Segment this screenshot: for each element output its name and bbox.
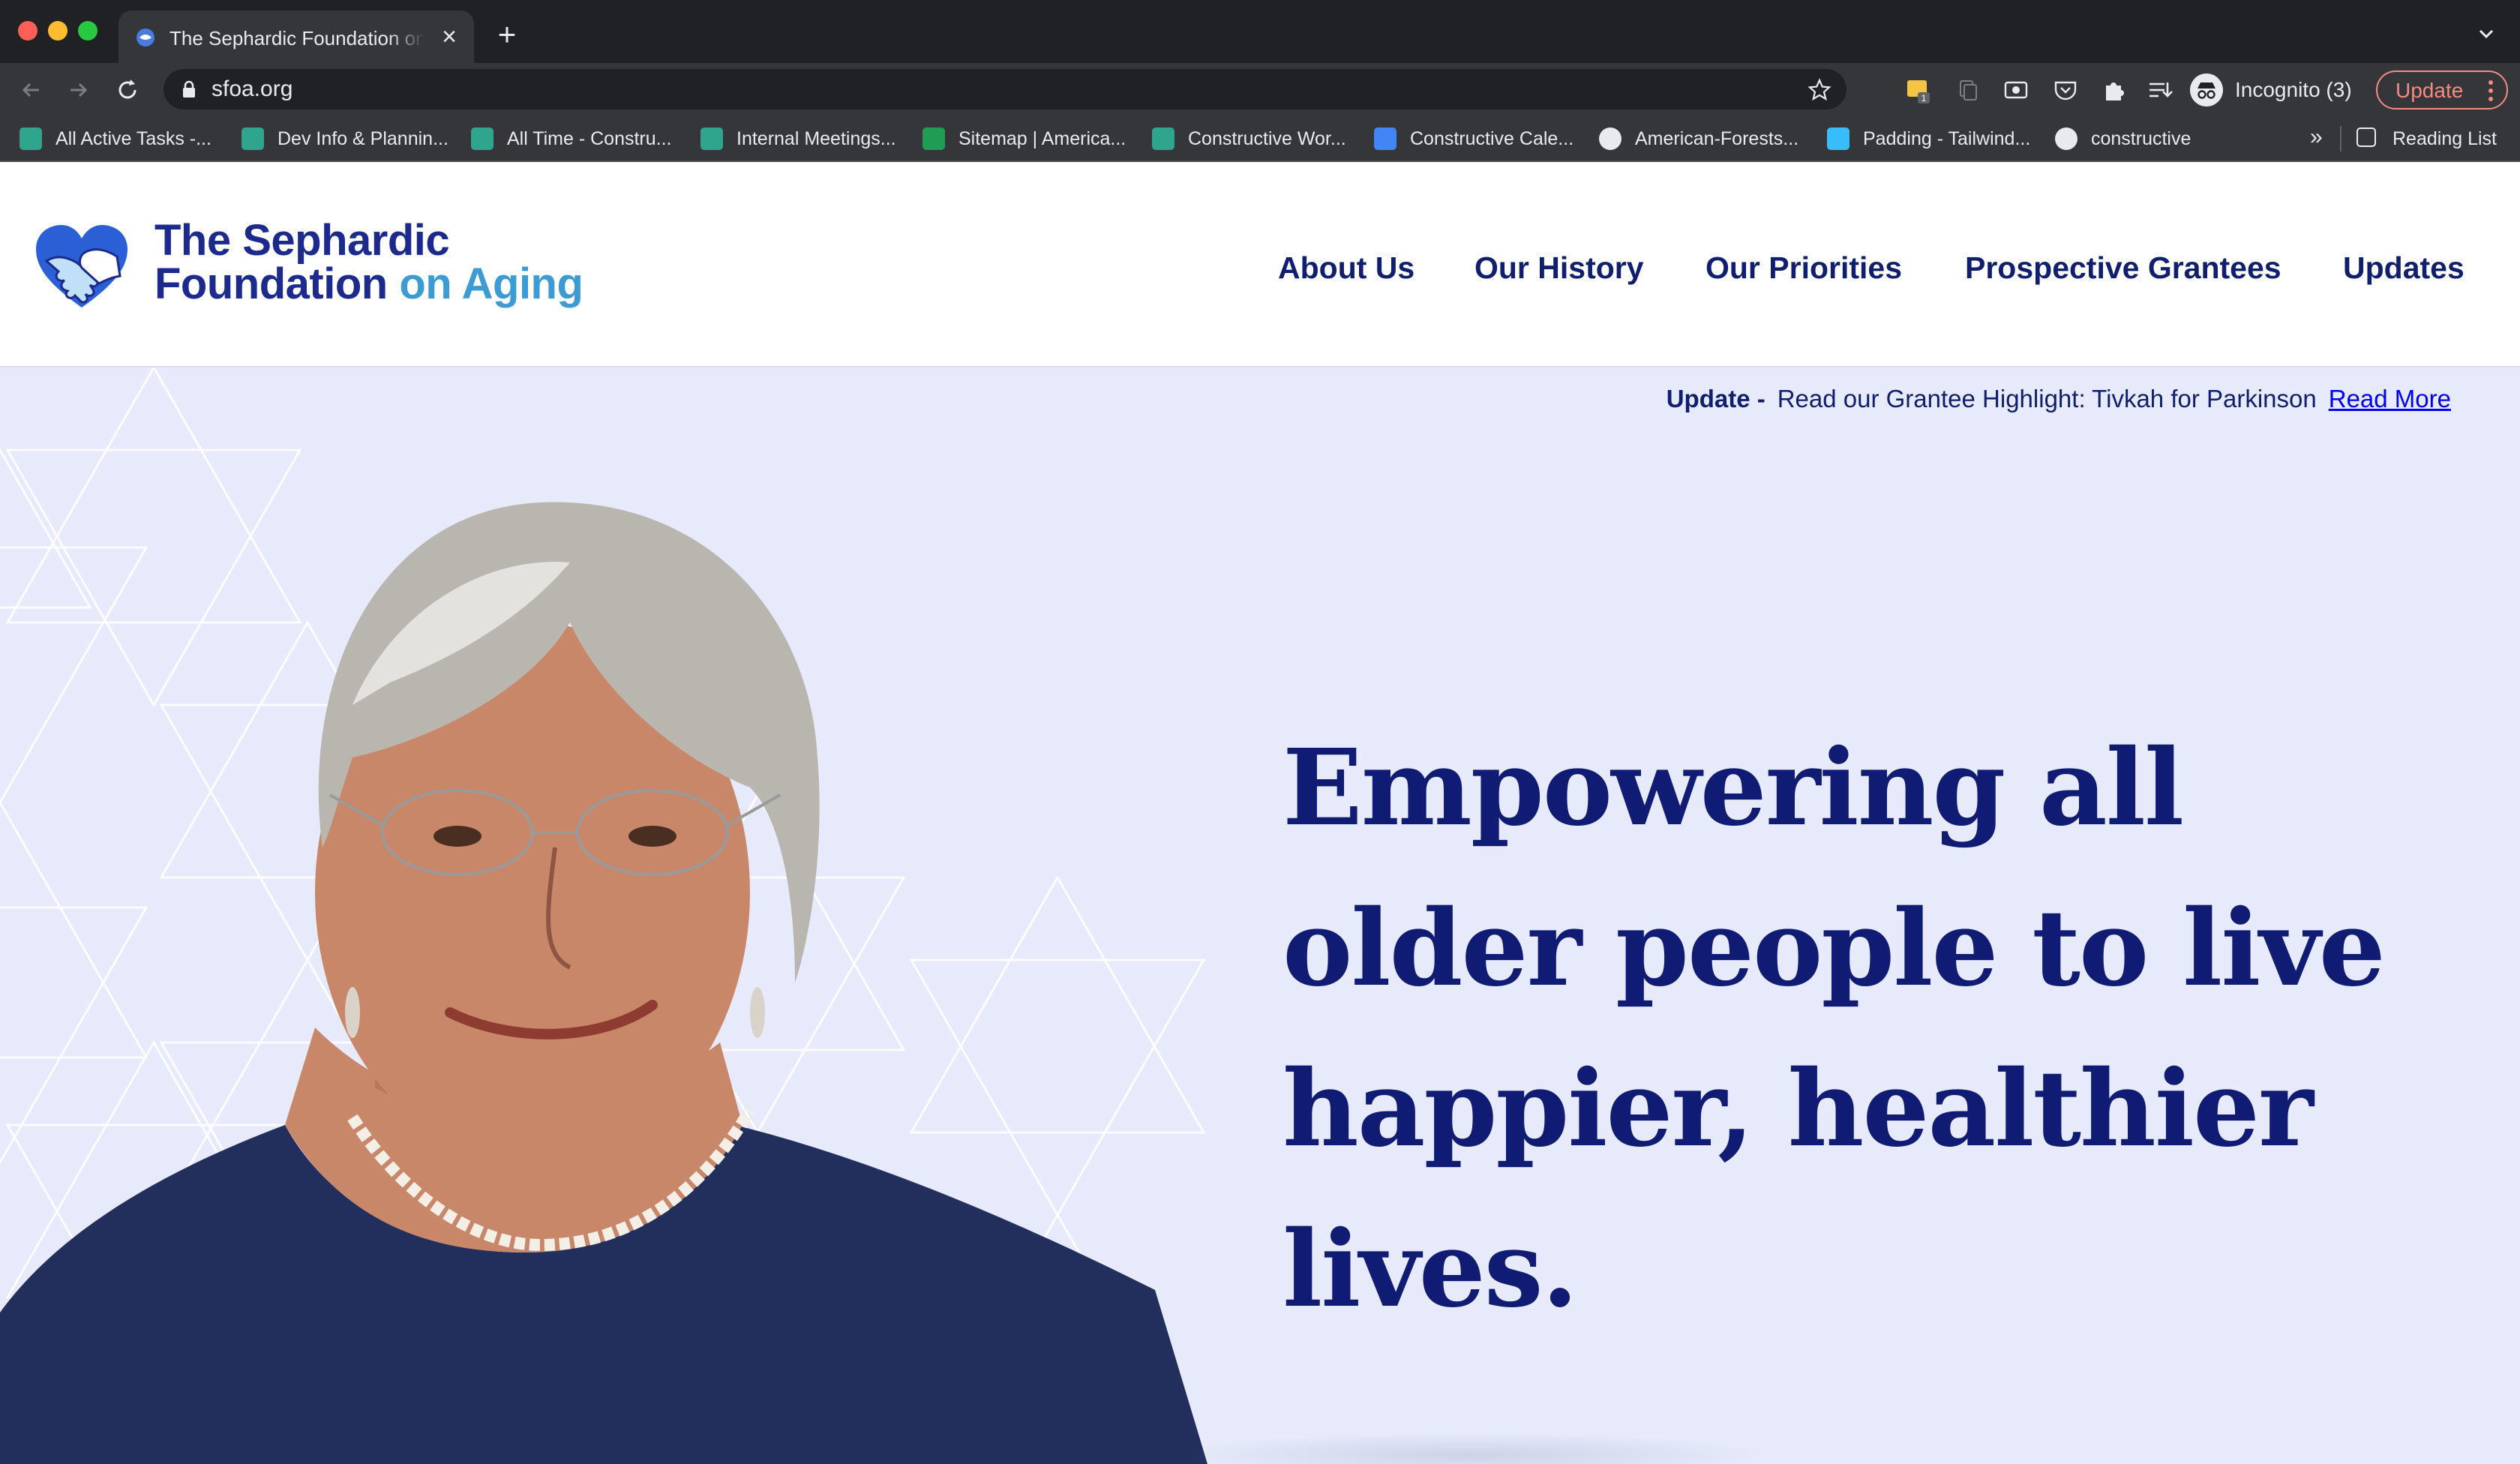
screen-capture-extension-icon[interactable] bbox=[2002, 76, 2030, 104]
more-vert-icon bbox=[2488, 80, 2493, 101]
lock-icon[interactable] bbox=[182, 80, 196, 98]
constructive-icon bbox=[700, 128, 723, 150]
constructive-icon bbox=[20, 128, 42, 150]
browser-update-label: Update bbox=[2396, 79, 2464, 102]
forward-arrow-icon[interactable] bbox=[63, 75, 93, 105]
tailwind-icon bbox=[1827, 128, 1850, 150]
bookmark-label: All Active Tasks -... bbox=[56, 128, 212, 149]
nav-our-priorities[interactable]: Our Priorities bbox=[1706, 246, 1902, 290]
nav-prospective-grantees[interactable]: Prospective Grantees bbox=[1965, 246, 2282, 290]
bookmark-label: Constructive Cale... bbox=[1410, 128, 1574, 149]
close-window-button[interactable] bbox=[18, 21, 38, 40]
browser-tab-strip: The Sephardic Foundation on Aging × + bbox=[0, 0, 2520, 63]
bookmark-label: constructive bbox=[2091, 128, 2192, 149]
update-tag: Update - bbox=[1666, 385, 1766, 412]
nav-our-history[interactable]: Our History bbox=[1474, 246, 1644, 290]
extension-badge-count: 1 bbox=[1922, 93, 1927, 104]
browser-update-button[interactable]: Update bbox=[2376, 70, 2508, 110]
back-arrow-icon[interactable] bbox=[16, 75, 46, 105]
handshake-heart-logo-icon[interactable] bbox=[33, 224, 130, 312]
close-tab-icon[interactable]: × bbox=[436, 24, 462, 50]
tab-title: The Sephardic Foundation on Aging bbox=[170, 26, 424, 51]
copy-extension-icon[interactable] bbox=[1954, 76, 1982, 104]
github-icon bbox=[2055, 128, 2078, 150]
github-icon bbox=[1599, 128, 1622, 150]
pocket-extension-icon[interactable] bbox=[2052, 76, 2079, 104]
bookmark-label: Dev Info & Plannin... bbox=[278, 128, 448, 149]
reading-list-label: Reading List bbox=[2392, 128, 2497, 149]
hero-section: Update - Read our Grantee Highlight: Tivk… bbox=[0, 368, 2520, 1464]
site-header: The Sephardic Foundation on Aging About … bbox=[0, 162, 2520, 368]
minimize-window-button[interactable] bbox=[48, 21, 68, 40]
bookmark-label: All Time - Constru... bbox=[507, 128, 672, 149]
incognito-avatar-icon bbox=[2190, 74, 2223, 106]
bookmark-label: American-Forests... bbox=[1635, 128, 1799, 149]
reading-queue-icon[interactable] bbox=[2146, 76, 2174, 104]
nav-about-us[interactable]: About Us bbox=[1278, 246, 1414, 290]
scroll-shadow bbox=[1170, 1432, 1770, 1464]
calendar-icon bbox=[1374, 128, 1396, 150]
constructive-icon bbox=[471, 128, 494, 150]
logo-line-1: The Sephardic bbox=[154, 216, 450, 265]
browser-tab-active[interactable]: The Sephardic Foundation on Aging × bbox=[118, 10, 474, 63]
smiling-senior-woman-portrait bbox=[0, 502, 1208, 1464]
reload-icon[interactable] bbox=[112, 75, 142, 105]
reading-list-icon bbox=[2356, 128, 2376, 147]
bookmark-label: Constructive Wor... bbox=[1188, 128, 1346, 149]
nav-updates[interactable]: Updates bbox=[2343, 246, 2464, 290]
update-announcement-bar: Update - Read our Grantee Highlight: Tivk… bbox=[1666, 384, 2451, 414]
tab-search-chevron-icon[interactable] bbox=[2475, 22, 2498, 45]
logo-line-2-main: Foundation bbox=[154, 260, 388, 308]
hero-headline: Empowering all older people to live happ… bbox=[1282, 727, 2386, 1331]
bookmarks-bar: All Active Tasks -... Dev Info & Plannin.… bbox=[0, 116, 2520, 162]
bookmarks-overflow-button[interactable]: » bbox=[2310, 124, 2323, 150]
logo-line-2-accent: on Aging bbox=[399, 260, 584, 308]
update-text: Read our Grantee Highlight: Tivkah for P… bbox=[1777, 385, 2317, 412]
constructive-icon bbox=[242, 128, 264, 150]
url-text[interactable]: sfoa.org bbox=[212, 77, 292, 101]
incognito-profile-button[interactable]: Incognito (3) bbox=[2190, 74, 2355, 106]
read-more-link[interactable]: Read More bbox=[2329, 385, 2451, 412]
incognito-label: Incognito (3) bbox=[2235, 78, 2352, 101]
new-tab-button[interactable]: + bbox=[492, 19, 522, 50]
sfoa-favicon-icon bbox=[136, 28, 154, 46]
bookmarks-divider bbox=[2340, 126, 2342, 152]
site-logo-wordmark[interactable]: The Sephardic Foundation on Aging bbox=[154, 216, 584, 308]
address-bar[interactable]: sfoa.org bbox=[164, 69, 1846, 110]
maximize-window-button[interactable] bbox=[78, 21, 98, 40]
bookmark-label: Sitemap | America... bbox=[958, 128, 1126, 149]
browser-toolbar: sfoa.org 1 Incognito (3) Update bbox=[0, 63, 2520, 116]
extensions-puzzle-icon[interactable] bbox=[2100, 76, 2127, 104]
bookmark-star-icon[interactable] bbox=[1808, 78, 1832, 102]
constructive-icon bbox=[1152, 128, 1174, 150]
sticky-notes-extension-icon[interactable]: 1 bbox=[1905, 76, 1932, 104]
sheets-icon bbox=[922, 128, 945, 150]
bookmark-label: Internal Meetings... bbox=[736, 128, 896, 149]
bookmark-label: Padding - Tailwind... bbox=[1863, 128, 2031, 149]
